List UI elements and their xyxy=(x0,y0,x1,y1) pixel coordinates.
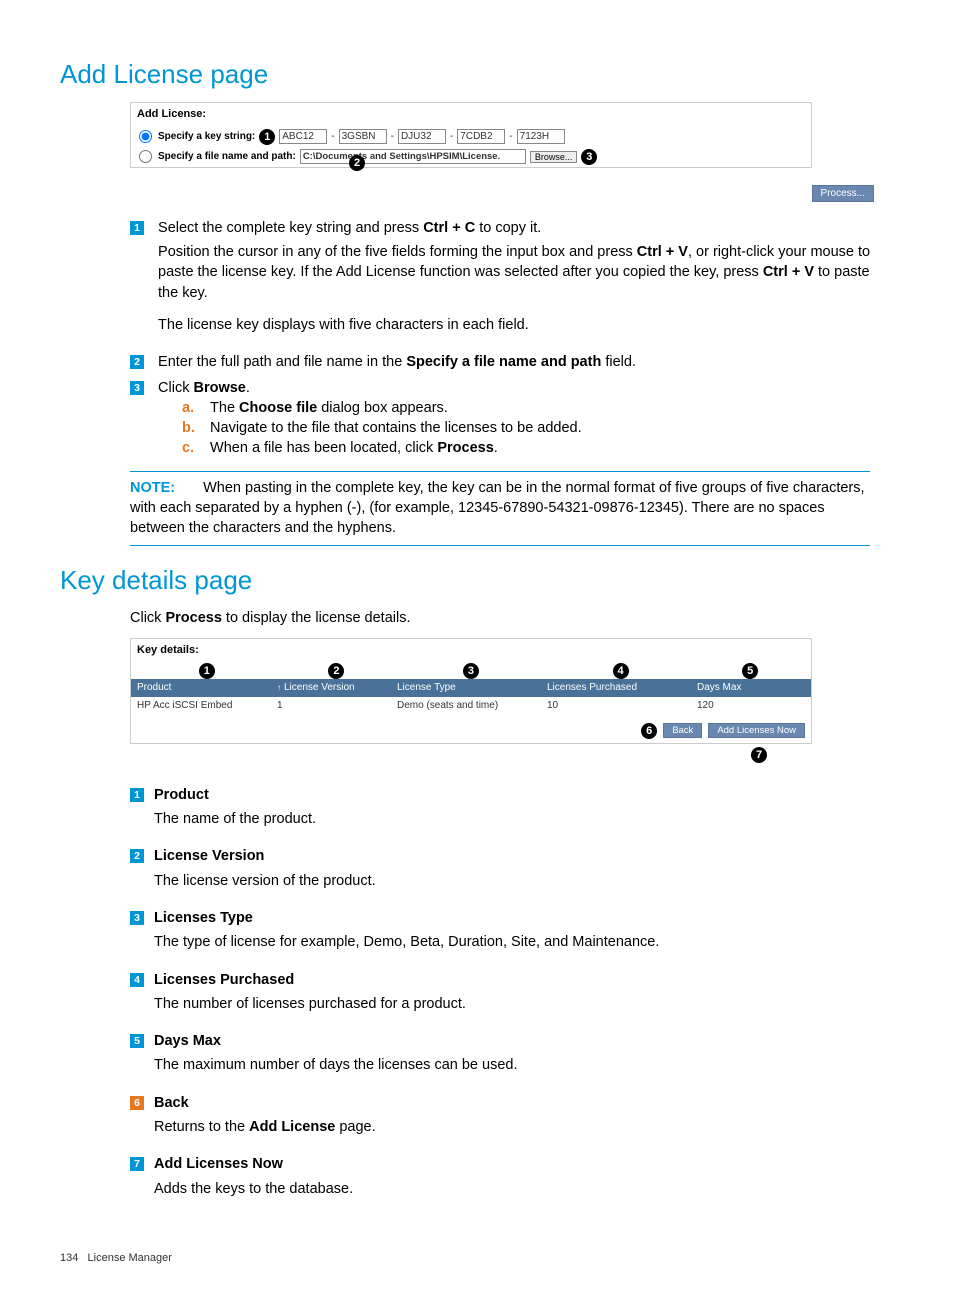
kd-callout-1: 1 xyxy=(199,663,215,679)
kd-callout-7: 7 xyxy=(751,747,767,763)
heading-add-license: Add License page xyxy=(60,56,894,92)
figure-title: Add License: xyxy=(131,103,811,126)
col-license-version[interactable]: ↑License Version xyxy=(271,679,391,697)
instruction-list: 1 Select the complete key string and pre… xyxy=(130,218,894,459)
browse-button[interactable]: Browse... xyxy=(530,151,578,163)
note-label: NOTE: xyxy=(130,480,175,496)
callout-2: 2 xyxy=(349,155,365,171)
step-num-1: 1 xyxy=(130,221,144,235)
key-field-2[interactable] xyxy=(339,129,387,144)
callout-1: 1 xyxy=(259,129,275,145)
table-header-row: Product ↑License Version License Type Li… xyxy=(131,679,811,697)
label-specify-file: Specify a file name and path: xyxy=(158,150,296,164)
note-text: When pasting in the complete key, the ke… xyxy=(130,480,865,537)
col-product[interactable]: Product xyxy=(131,679,271,697)
radio-key-string[interactable] xyxy=(139,130,152,143)
figure-key-details: Key details: 1 2 3 4 5 Product ↑License … xyxy=(130,638,812,743)
heading-key-details: Key details page xyxy=(60,562,894,598)
key-field-3[interactable] xyxy=(398,129,446,144)
key-field-1[interactable] xyxy=(279,129,327,144)
step-num-3: 3 xyxy=(130,381,144,395)
intro-text: Click Process to display the license det… xyxy=(130,608,894,628)
col-license-type[interactable]: License Type xyxy=(391,679,541,697)
table-row: HP Acc iSCSI Embed 1 Demo (seats and tim… xyxy=(131,697,811,715)
kd-callout-2: 2 xyxy=(328,663,344,679)
kd-callout-4: 4 xyxy=(613,663,629,679)
key-field-5[interactable] xyxy=(517,129,565,144)
col-days-max[interactable]: Days Max xyxy=(691,679,801,697)
file-path-input[interactable] xyxy=(300,149,526,164)
figure-add-license: Add License: Specify a key string: 1 - -… xyxy=(130,102,812,167)
kd-callout-6: 6 xyxy=(641,723,657,739)
add-licenses-now-button[interactable]: Add Licenses Now xyxy=(708,723,805,738)
page-footer: 134 License Manager xyxy=(60,1251,894,1266)
label-specify-key: Specify a key string: xyxy=(158,130,255,144)
step-num-2: 2 xyxy=(130,355,144,369)
kd-callout-5: 5 xyxy=(742,663,758,679)
col-licenses-purchased[interactable]: Licenses Purchased xyxy=(541,679,691,697)
callout-3: 3 xyxy=(581,149,597,165)
kd-callout-3: 3 xyxy=(463,663,479,679)
process-button[interactable]: Process... xyxy=(812,185,874,202)
radio-file-path[interactable] xyxy=(139,150,152,163)
definition-list: 1ProductThe name of the product. 2Licens… xyxy=(130,785,894,1211)
note-block: NOTE:When pasting in the complete key, t… xyxy=(130,471,870,546)
back-button[interactable]: Back xyxy=(663,723,702,738)
key-field-4[interactable] xyxy=(457,129,505,144)
